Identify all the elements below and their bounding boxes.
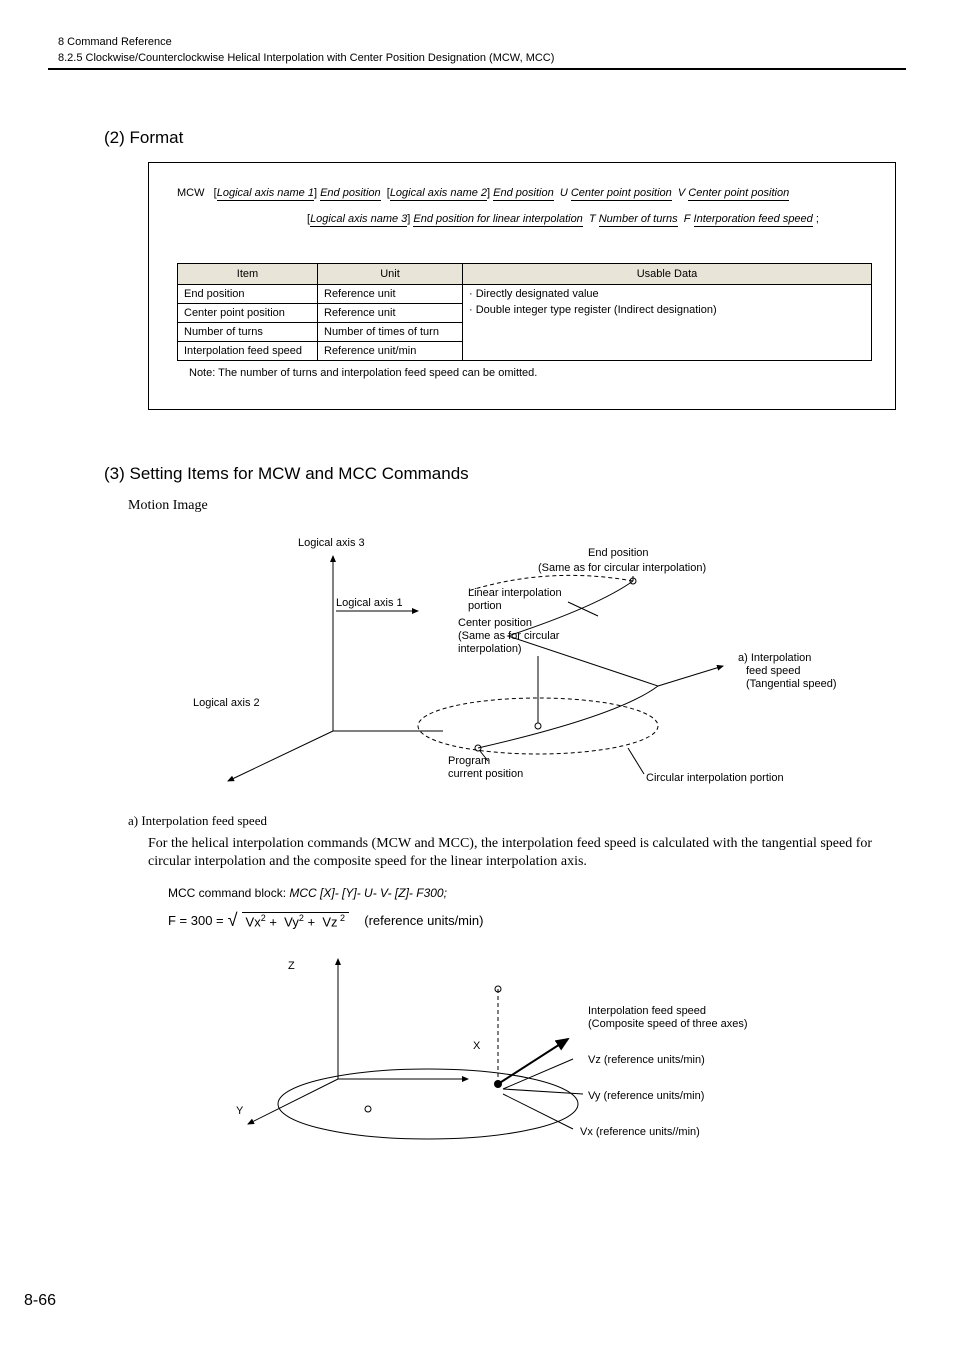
format-table: Item Unit Usable Data End position Refer… [177, 263, 872, 361]
param-u-val: Center point position [571, 187, 672, 201]
axis-y: Y [236, 1105, 244, 1117]
usable-line2: · Double integer type register (Indirect… [469, 304, 865, 316]
header-rule [48, 68, 906, 70]
format-box: MCW [Logical axis name 1] End position [… [148, 162, 896, 410]
vz: Vz [322, 915, 337, 930]
label-feed-b: feed speed [746, 665, 800, 677]
cell-unit: Number of times of turn [318, 322, 463, 341]
formula: F = 300 = √ Vx2 + Vy2 + Vz 2 (reference … [168, 910, 906, 931]
cell-item: Center point position [178, 303, 318, 322]
param-v-val: Center point position [688, 187, 789, 201]
vy: Vy [284, 915, 299, 930]
label-composite2: (Composite speed of three axes) [588, 1018, 748, 1030]
label-vz: Vz (reference units/min) [588, 1054, 705, 1066]
format-line2: [Logical axis name 3] End position for l… [307, 213, 867, 225]
param-u: U [560, 187, 568, 199]
cell-unit: Reference unit/min [318, 341, 463, 360]
label-program2: current position [448, 768, 523, 780]
label-center-pos2: (Same as for circular [458, 630, 560, 642]
param-axis2-name: Logical axis name 2 [390, 187, 487, 201]
param-axis3-name: Logical axis name 3 [310, 213, 407, 227]
label-feed-a: a) Interpolation [738, 652, 811, 664]
format-title: (2) Format [104, 128, 906, 148]
param-t: T [589, 213, 596, 225]
speed-figure: Z X Y Interpolation feed speed (Composit… [168, 949, 906, 1164]
param-t-val: Number of turns [599, 213, 678, 227]
motion-figure: Logical axis 3 Logical axis 1 Logical ax… [168, 526, 906, 791]
cell-item: End position [178, 284, 318, 303]
label-center-pos: Center position [458, 617, 532, 629]
formula-body: Vx2 + Vy2 + Vz 2 [242, 912, 349, 929]
s3-title: (3) Setting Items for MCW and MCC Comman… [104, 464, 906, 484]
section-header: 8.2.5 Clockwise/Counterclockwise Helical… [58, 52, 906, 64]
param-axis1-val: End position [320, 187, 381, 201]
vx: Vx [246, 915, 261, 930]
cmd-name: MCW [177, 187, 205, 199]
label-program1: Program [448, 755, 490, 767]
usable-line1: · Directly designated value [469, 288, 865, 300]
th-usable: Usable Data [463, 263, 872, 284]
formula-lhs: F = 300 = [168, 913, 224, 928]
cell-unit: Reference unit [318, 303, 463, 322]
format-note: Note: The number of turns and interpolat… [189, 367, 867, 379]
param-f-val: Interporation feed speed [694, 213, 813, 227]
sub-a-body: For the helical interpolation commands (… [148, 835, 886, 873]
label-end-position: End position [588, 547, 649, 559]
label-feed-c: (Tangential speed) [746, 678, 837, 690]
param-axis2-val: End position [493, 187, 554, 201]
chapter-header: 8 Command Reference [58, 36, 906, 48]
label-vy: Vy (reference units/min) [588, 1090, 704, 1102]
cell-unit: Reference unit [318, 284, 463, 303]
sub-a-title: a) Interpolation feed speed [128, 813, 906, 829]
mcc-command-block: MCC command block: MCC [X]- [Y]- U- V- [… [168, 886, 906, 900]
table-row: End position Reference unit · Directly d… [178, 284, 872, 303]
param-axis1-name: Logical axis name 1 [217, 187, 314, 201]
label-center-pos3: interpolation) [458, 643, 522, 655]
label-composite1: Interpolation feed speed [588, 1005, 706, 1017]
cell-item: Interpolation feed speed [178, 341, 318, 360]
label-circular: Circular interpolation portion [646, 772, 784, 784]
label-vx: Vx (reference units//min) [580, 1126, 700, 1138]
label-axis2: Logical axis 2 [193, 697, 260, 709]
param-v: V [678, 187, 685, 199]
label-linear-interp: Linear interpolation [468, 587, 562, 599]
th-unit: Unit [318, 263, 463, 284]
label-linear-interp2: portion [468, 600, 502, 612]
label-axis1: Logical axis 1 [336, 597, 403, 609]
page-number: 8-66 [24, 1292, 56, 1310]
cell-usable: · Directly designated value · Double int… [463, 284, 872, 360]
cmd-block-label: MCC command block: [168, 886, 286, 900]
label-axis3: Logical axis 3 [298, 537, 365, 549]
cmd-block-value: MCC [X]- [Y]- U- V- [Z]- F300; [289, 886, 447, 900]
axis-x: X [473, 1040, 481, 1052]
label-end-position-note: (Same as for circular interpolation) [538, 562, 706, 574]
th-item: Item [178, 263, 318, 284]
formula-units: (reference units/min) [364, 913, 483, 928]
motion-image-label: Motion Image [128, 498, 906, 514]
param-f: F [684, 213, 691, 225]
param-axis3-val: End position for linear interpolation [413, 213, 582, 227]
axis-z: Z [288, 960, 295, 972]
format-line1: MCW [Logical axis name 1] End position [… [177, 185, 867, 203]
cell-item: Number of turns [178, 322, 318, 341]
